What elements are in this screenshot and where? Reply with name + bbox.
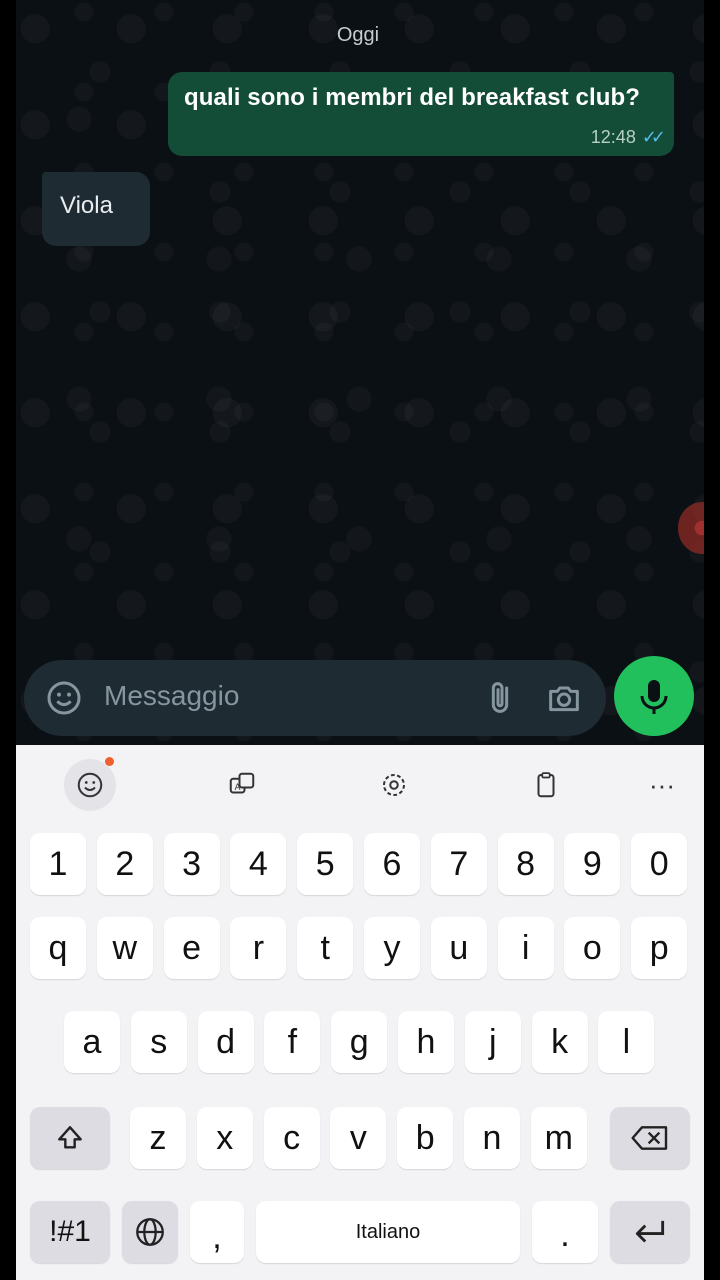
period-key[interactable]: .: [532, 1201, 598, 1263]
camera-icon[interactable]: [544, 678, 584, 718]
message-composer[interactable]: Messaggio: [24, 660, 606, 736]
incoming-message-text: Viola: [60, 192, 113, 219]
key-w[interactable]: w: [96, 917, 153, 979]
key-7[interactable]: 7: [430, 833, 487, 895]
key-4[interactable]: 4: [230, 833, 287, 895]
emoji-sticker-icon[interactable]: [64, 757, 116, 811]
key-y[interactable]: y: [364, 917, 420, 979]
settings-icon[interactable]: [368, 759, 420, 811]
key-b[interactable]: b: [397, 1107, 454, 1169]
key-n[interactable]: n: [464, 1107, 520, 1169]
backspace-key[interactable]: [610, 1107, 690, 1169]
message-time: 12:48: [590, 127, 636, 147]
key-0[interactable]: 0: [631, 833, 688, 895]
key-j[interactable]: j: [464, 1011, 521, 1073]
svg-text:A: A: [235, 783, 241, 793]
shift-key[interactable]: [30, 1107, 110, 1169]
message-input[interactable]: Messaggio: [104, 680, 239, 712]
recording-indicator-icon[interactable]: [678, 502, 704, 554]
key-9[interactable]: 9: [564, 833, 621, 895]
more-icon[interactable]: ···: [636, 759, 688, 811]
clipboard-icon[interactable]: [520, 759, 572, 811]
key-z[interactable]: z: [130, 1107, 186, 1169]
key-i[interactable]: i: [497, 917, 554, 979]
key-v[interactable]: v: [330, 1107, 387, 1169]
mic-icon: [640, 680, 668, 714]
key-5[interactable]: 5: [297, 833, 354, 895]
key-m[interactable]: m: [530, 1107, 587, 1169]
key-1[interactable]: 1: [30, 833, 86, 895]
key-k[interactable]: k: [531, 1011, 588, 1073]
symbols-key[interactable]: !#1: [30, 1201, 110, 1263]
phone-screen: Oggi quali sono i membri del breakfast c…: [16, 0, 704, 1280]
key-o[interactable]: o: [564, 917, 621, 979]
key-t[interactable]: t: [297, 917, 354, 979]
translate-icon[interactable]: A: [216, 759, 268, 811]
incoming-message-bubble[interactable]: Viola: [42, 172, 150, 246]
key-u[interactable]: u: [430, 917, 487, 979]
key-2[interactable]: 2: [96, 833, 153, 895]
globe-icon: [136, 1218, 164, 1246]
key-h[interactable]: h: [398, 1011, 454, 1073]
date-separator: Oggi: [336, 24, 380, 46]
chat-area[interactable]: Oggi quali sono i membri del breakfast c…: [16, 0, 704, 745]
key-3[interactable]: 3: [163, 833, 220, 895]
mic-button[interactable]: [614, 656, 694, 736]
read-receipt-icon: ✓✓: [641, 127, 666, 147]
key-s[interactable]: s: [130, 1011, 187, 1073]
key-p[interactable]: p: [631, 917, 688, 979]
key-f[interactable]: f: [264, 1011, 321, 1073]
key-a[interactable]: a: [64, 1011, 120, 1073]
paperclip-icon[interactable]: [480, 678, 520, 718]
space-key[interactable]: Italiano: [256, 1201, 520, 1263]
comma-key[interactable]: ,: [190, 1201, 244, 1263]
key-g[interactable]: g: [331, 1011, 388, 1073]
key-x[interactable]: x: [196, 1107, 253, 1169]
key-c[interactable]: c: [263, 1107, 320, 1169]
key-q[interactable]: q: [30, 917, 86, 979]
key-8[interactable]: 8: [497, 833, 554, 895]
shift-icon: [58, 1126, 82, 1149]
enter-key[interactable]: [610, 1201, 690, 1263]
key-l[interactable]: l: [598, 1011, 655, 1073]
key-e[interactable]: e: [163, 917, 220, 979]
emoji-icon[interactable]: [44, 678, 84, 718]
notification-dot: [105, 757, 114, 766]
keyboard: A ··· 1234567890 qwertyuiop asdfghjkl zx…: [16, 745, 704, 1280]
language-key[interactable]: [122, 1201, 178, 1263]
outgoing-message-bubble[interactable]: quali sono i membri del breakfast club? …: [168, 72, 674, 156]
message-meta: 12:48 ✓✓: [590, 127, 666, 148]
backspace-icon: [631, 1126, 668, 1150]
key-d[interactable]: d: [197, 1011, 254, 1073]
key-r[interactable]: r: [230, 917, 287, 979]
key-6[interactable]: 6: [364, 833, 420, 895]
outgoing-message-text: quali sono i membri del breakfast club?: [184, 84, 640, 111]
enter-icon: [635, 1220, 665, 1243]
